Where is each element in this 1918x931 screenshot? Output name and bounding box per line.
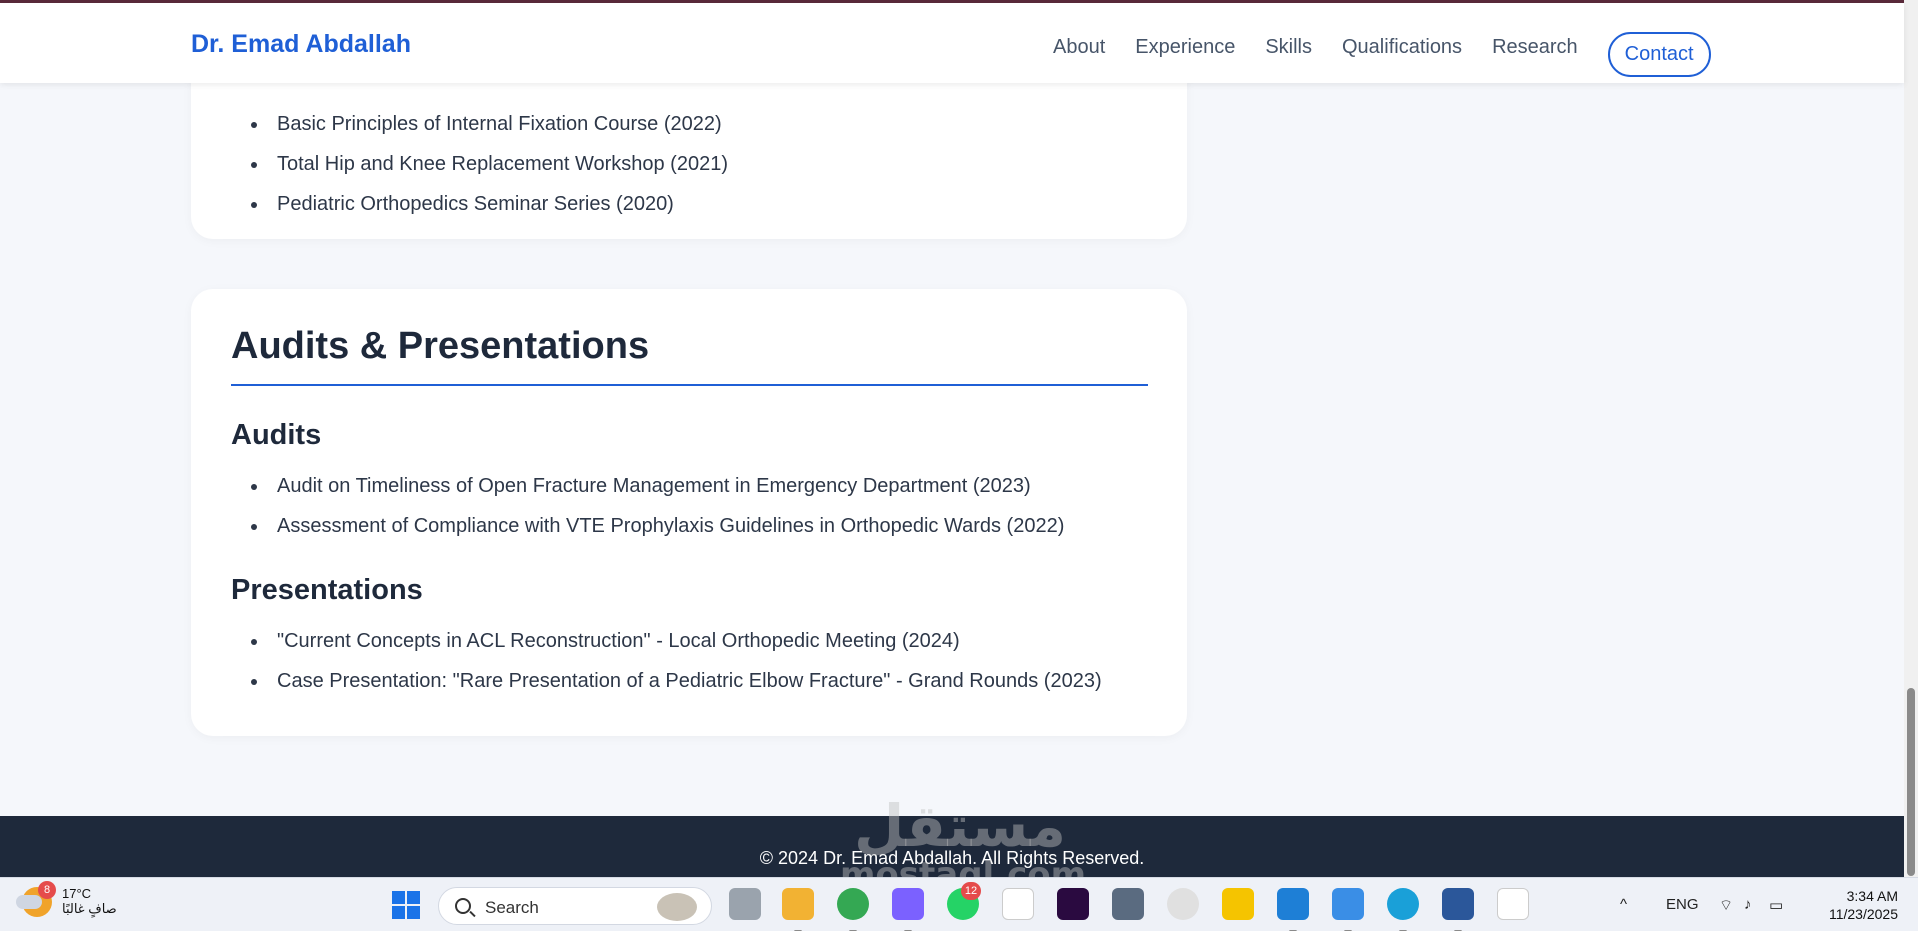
word-icon[interactable]: [1442, 888, 1474, 931]
nav-research[interactable]: Research: [1492, 36, 1578, 59]
title-underline: [231, 384, 1148, 386]
chevron-up-icon[interactable]: ^: [1620, 896, 1627, 913]
site-header: Dr. Emad Abdallah About Experience Skill…: [0, 3, 1904, 83]
clock-time: 3:34 AM: [1846, 888, 1898, 904]
weather-badge: 8: [38, 880, 56, 899]
audits-list: Audit on Timeliness of Open Fracture Man…: [191, 466, 1064, 546]
copilot-icon[interactable]: [892, 888, 924, 931]
list-item: Total Hip and Knee Replacement Workshop …: [191, 144, 728, 184]
weather-widget[interactable]: 8 17°C صافٍ غالبًا: [16, 880, 117, 917]
contact-button[interactable]: Contact: [1607, 32, 1711, 77]
presentations-heading: Presentations: [231, 574, 423, 606]
list-item: "Current Concepts in ACL Reconstruction"…: [191, 621, 1102, 661]
wifi-icon[interactable]: ⌔: [1719, 896, 1733, 915]
list-item: Assessment of Compliance with VTE Prophy…: [191, 506, 1064, 546]
edge-icon[interactable]: [1387, 888, 1419, 931]
whatsapp-badge: 12: [961, 882, 981, 900]
list-item: Case Presentation: "Rare Presentation of…: [191, 661, 1102, 701]
kinemaster-icon[interactable]: [1222, 888, 1254, 920]
list-item: Audit on Timeliness of Open Fracture Man…: [191, 466, 1064, 506]
premiere-pro-icon[interactable]: [1057, 888, 1089, 920]
weather-moon-cloud-icon: 8: [16, 880, 56, 917]
footer-copyright: © 2024 Dr. Emad Abdallah. All Rights Res…: [759, 848, 1145, 868]
volume-icon[interactable]: ♪: [1744, 896, 1752, 913]
scrollbar-thumb[interactable]: [1907, 688, 1915, 876]
audits-heading: Audits: [231, 419, 322, 451]
brand-logo[interactable]: Dr. Emad Abdallah: [191, 30, 411, 59]
nav-experience[interactable]: Experience: [1135, 36, 1235, 59]
windows-start-icon[interactable]: [392, 891, 420, 919]
weather-temperature: 17°C: [62, 886, 92, 901]
audits-presentations-card: Audits & Presentations Audits Audit on T…: [191, 289, 1187, 736]
nav-qualifications[interactable]: Qualifications: [1342, 36, 1462, 59]
task-view-icon[interactable]: [729, 888, 761, 920]
file-explorer-icon[interactable]: [782, 888, 814, 931]
snipping-tool-icon[interactable]: [1497, 888, 1529, 920]
page-scrollbar[interactable]: [1904, 0, 1918, 877]
chrome-icon[interactable]: [837, 888, 869, 931]
search-label: Search: [485, 898, 539, 917]
battery-icon[interactable]: ▭: [1769, 896, 1783, 914]
search-highlight-icon: [657, 893, 697, 921]
language-indicator[interactable]: ENG: [1666, 896, 1699, 913]
whatsapp-icon[interactable]: 12: [947, 882, 981, 920]
vscode-icon[interactable]: [1277, 888, 1309, 931]
nav-about[interactable]: About: [1053, 36, 1105, 59]
clock-date: 11/23/2025: [1828, 906, 1898, 922]
list-item: Basic Principles of Internal Fixation Co…: [191, 104, 728, 144]
app-icon[interactable]: [1112, 888, 1144, 920]
taskbar-search[interactable]: Search: [438, 887, 712, 925]
nav-skills[interactable]: Skills: [1265, 36, 1312, 59]
main-nav: About Experience Skills Qualifications R…: [1053, 25, 1711, 77]
color-wheel-icon[interactable]: [1167, 888, 1199, 920]
system-clock[interactable]: 3:34 AM 11/23/2025: [1818, 887, 1898, 923]
weather-description: صافٍ غالبًا: [62, 901, 117, 916]
search-icon: [455, 898, 471, 914]
presentations-list: "Current Concepts in ACL Reconstruction"…: [191, 621, 1102, 701]
section-title: Audits & Presentations: [231, 325, 650, 367]
microsoft-store-icon[interactable]: [1002, 888, 1034, 920]
site-footer: © 2024 Dr. Emad Abdallah. All Rights Res…: [0, 816, 1904, 877]
windows-taskbar: 8 17°C صافٍ غالبًا Search 12 ^ ENG ⌔ ♪ ▭…: [0, 877, 1918, 931]
list-item: Pediatric Orthopedics Seminar Series (20…: [191, 184, 728, 224]
courses-list: Basic Principles of Internal Fixation Co…: [191, 104, 728, 224]
photos-icon[interactable]: [1332, 888, 1364, 931]
